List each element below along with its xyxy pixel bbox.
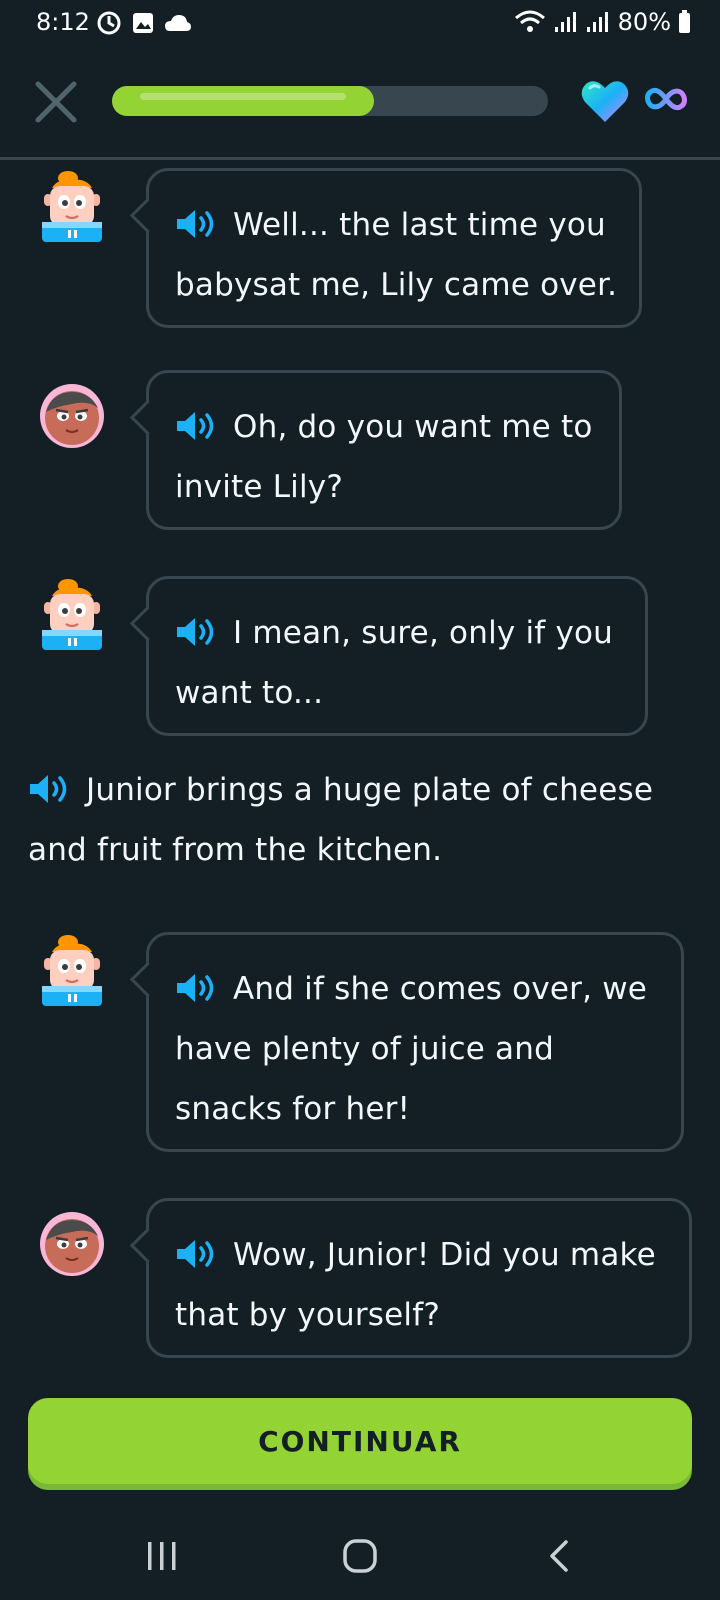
status-right: 80% xyxy=(514,8,690,36)
speech-bubble: Well... the last time you babysat me, Li… xyxy=(146,168,642,328)
close-button[interactable] xyxy=(32,78,80,126)
recent-apps-icon xyxy=(148,1542,176,1570)
speaker-icon[interactable] xyxy=(175,972,219,1004)
home-icon xyxy=(343,1539,377,1573)
woman-avatar xyxy=(38,382,106,450)
recent-apps-button[interactable] xyxy=(142,1536,182,1576)
progress-bar xyxy=(112,86,548,116)
speaker-icon[interactable] xyxy=(175,208,219,240)
speaker-icon[interactable] xyxy=(28,773,72,805)
speech-bubble: I mean, sure, only if you want to... xyxy=(146,576,648,736)
back-button[interactable] xyxy=(540,1536,580,1576)
dialogue-line[interactable]: Wow, Junior! Did you make xyxy=(233,1237,656,1279)
narration-line[interactable]: Junior brings a huge plate of cheese xyxy=(86,772,654,814)
narration-text: Junior brings a huge plate of cheese and… xyxy=(28,760,654,880)
speaker-icon[interactable] xyxy=(175,1238,219,1270)
gallery-icon xyxy=(133,13,153,33)
dialogue-line[interactable]: invite Lily? xyxy=(175,469,343,511)
junior-avatar xyxy=(38,934,106,1014)
junior-avatar xyxy=(38,170,106,250)
junior-avatar xyxy=(38,578,106,658)
speech-bubble: And if she comes over, we have plenty of… xyxy=(146,932,684,1152)
signal-icon-2 xyxy=(586,12,608,32)
status-time: 8:12 xyxy=(36,8,90,36)
battery-icon xyxy=(679,10,690,33)
back-icon xyxy=(550,1540,568,1572)
wifi-icon xyxy=(514,10,545,32)
status-bar: 8:12 80% xyxy=(0,0,720,46)
narration-line[interactable]: and fruit from the kitchen. xyxy=(28,832,443,874)
continue-button[interactable]: CONTINUAR xyxy=(28,1398,692,1484)
dialogue-line[interactable]: Oh, do you want me to xyxy=(233,409,593,451)
battery-percent: 80% xyxy=(617,8,671,36)
home-button[interactable] xyxy=(340,1536,380,1576)
dialogue-line[interactable]: that by yourself? xyxy=(175,1297,440,1339)
infinite-hearts xyxy=(644,84,688,114)
infinity-icon xyxy=(645,87,687,111)
dialogue-line[interactable]: want to... xyxy=(175,675,324,717)
progress-fill xyxy=(112,86,374,116)
lesson-header xyxy=(0,60,720,158)
cloud-icon xyxy=(165,15,191,31)
heart-icon xyxy=(581,81,629,122)
speaker-icon[interactable] xyxy=(175,410,219,442)
close-icon xyxy=(35,81,77,123)
signal-icon xyxy=(554,12,576,32)
dialogue-line[interactable]: Well... the last time you xyxy=(233,207,606,249)
speech-bubble: Wow, Junior! Did you make that by yourse… xyxy=(146,1198,692,1358)
dialogue-line[interactable]: I mean, sure, only if you xyxy=(233,615,614,657)
dialogue-line[interactable]: snacks for her! xyxy=(175,1091,411,1133)
header-divider xyxy=(0,157,720,160)
speech-bubble: Oh, do you want me to invite Lily? xyxy=(146,370,622,530)
hearts-button[interactable] xyxy=(580,78,630,124)
dialogue-line[interactable]: babysat me, Lily came over. xyxy=(175,267,618,309)
dialogue-line[interactable]: And if she comes over, we xyxy=(233,971,648,1013)
sync-icon xyxy=(97,11,121,35)
speaker-icon[interactable] xyxy=(175,616,219,648)
status-icons xyxy=(96,10,192,36)
woman-avatar xyxy=(38,1210,106,1278)
system-nav-bar xyxy=(0,1516,720,1600)
dialogue-line[interactable]: have plenty of juice and xyxy=(175,1031,554,1073)
